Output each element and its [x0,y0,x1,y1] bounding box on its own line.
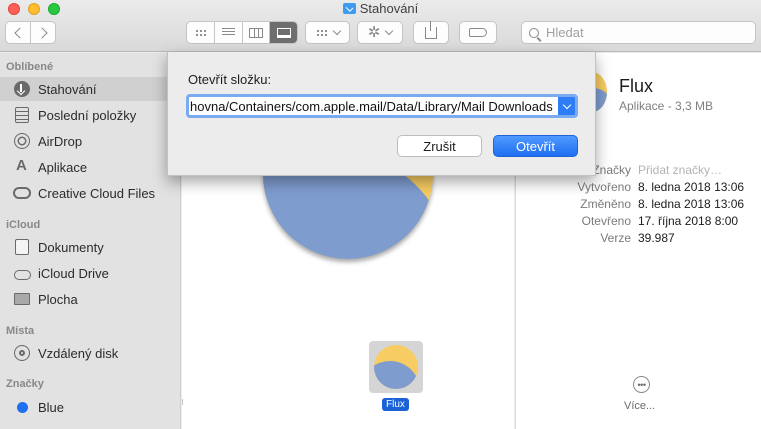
sidebar-section-header: iCloud [6,219,41,231]
sidebar-item-documents[interactable]: Dokumenty [0,235,181,259]
grid-icon [194,28,207,37]
sidebar-section-header: Značky [6,378,44,390]
chevron-down-icon [562,100,571,109]
list-view-button[interactable] [214,22,242,43]
dialog-title: Otevřít složku: [188,72,272,87]
more-button-label[interactable]: Více... [624,400,655,412]
download-icon [14,81,30,97]
info-file-name: Flux [619,76,654,96]
sidebar-section-header: Místa [6,325,35,337]
search-input[interactable] [546,25,736,40]
icon-view-button[interactable] [187,22,214,43]
search-field[interactable] [521,21,756,44]
share-icon [425,20,437,39]
meta-key-created: Vytvořeno [577,180,631,194]
disk-icon [14,345,30,361]
sidebar-item-label: Plocha [38,291,78,307]
sidebar-item-label: Dokumenty [38,239,104,255]
gallery-icon [276,27,291,38]
sidebar: Oblíbené Stahování Poslední položky AirD… [0,53,181,429]
creative-cloud-icon [13,187,31,199]
window-title-text: Stahování [359,1,419,16]
applications-icon [14,159,30,175]
desktop-icon [14,293,30,305]
action-button[interactable]: ✲ [357,21,403,44]
share-button[interactable] [413,20,449,44]
chevron-down-icon [385,26,394,36]
sidebar-item-airdrop[interactable]: AirDrop [0,129,181,153]
sidebar-section-header: Oblíbené [6,61,54,73]
meta-key-version: Verze [600,231,631,245]
thumbnail-flux[interactable] [369,341,423,393]
window-title: Stahování [0,1,761,16]
sidebar-item-label: Blue [38,399,65,415]
gallery-view-button[interactable] [269,22,297,43]
meta-key-modified: Změněno [580,197,631,211]
chevron-down-icon [332,26,341,36]
meta-key-opened: Otevřeno [581,214,631,228]
tag-icon [469,28,487,37]
airdrop-icon [14,133,30,149]
cancel-button[interactable]: Zrušit [397,135,482,157]
gear-icon: ✲ [367,24,381,41]
sidebar-item-recents[interactable]: Poslední položky [0,103,181,127]
arrange-button[interactable] [305,21,350,44]
sidebar-item-label: Poslední položky [38,107,137,123]
sidebar-item-tag-blue[interactable]: Blue [0,395,181,419]
tags-button[interactable] [459,21,497,44]
sidebar-item-label: Vzdálený disk [38,345,119,361]
path-history-dropdown[interactable] [558,97,575,115]
sidebar-item-label: Aplikace [38,159,88,175]
sidebar-item-remote-disk[interactable]: Vzdálený disk [0,341,181,365]
sidebar-item-desktop[interactable]: Plocha [0,287,181,311]
path-field[interactable] [186,94,578,118]
thumbnail-label: Flux [382,398,409,411]
navigation-buttons [5,21,56,44]
meta-value-version: 39.987 [638,231,675,245]
sidebar-item-label: AirDrop [38,133,83,149]
tag-blue-icon [16,401,28,413]
cloud-icon [13,270,31,280]
document-icon [15,239,29,255]
list-icon [222,28,236,37]
column-view-button[interactable] [241,22,270,43]
view-mode-control [186,21,298,44]
meta-value-modified: 8. ledna 2018 13:06 [638,197,745,211]
open-button[interactable]: Otevřít [493,135,578,157]
meta-value-opened: 17. října 2018 8:00 [638,214,739,228]
window-titlebar: Stahování ✲ [0,0,761,52]
chevron-right-icon [36,26,48,39]
sidebar-item-label: Creative Cloud Files [38,185,156,201]
chevron-left-icon [14,26,26,39]
sidebar-item-creative-cloud[interactable]: Creative Cloud Files [0,181,181,205]
flux-app-icon [374,345,418,389]
recents-icon [15,107,29,123]
path-input[interactable] [189,97,559,115]
downloads-folder-icon [342,3,356,14]
sidebar-item-label: Stahování [38,81,97,97]
back-button[interactable] [6,22,30,43]
search-icon [529,27,539,38]
meta-value-created: 8. ledna 2018 13:06 [638,180,745,194]
forward-button[interactable] [30,22,55,43]
sidebar-item-label: iCloud Drive [38,265,109,281]
sidebar-item-icloud-drive[interactable]: iCloud Drive [0,261,181,285]
sidebar-item-applications[interactable]: Aplikace [0,155,181,179]
add-tags-field[interactable]: Přidat značky… [638,163,722,177]
divider [182,399,183,405]
sidebar-item-downloads[interactable]: Stahování [0,77,181,101]
info-file-kind: Aplikace - 3,3 MB [619,99,714,113]
go-to-folder-dialog: Otevřít složku: Zrušit Otevřít [167,52,596,176]
columns-icon [249,27,264,38]
group-icon [315,28,328,37]
more-icon[interactable]: ••• [633,376,650,393]
